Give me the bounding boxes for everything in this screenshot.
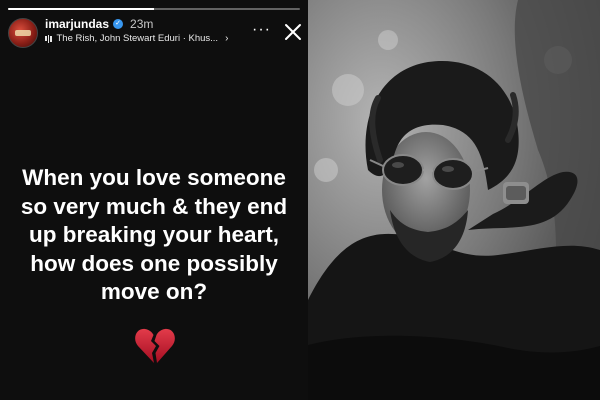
music-attribution[interactable]: The Rish, John Stewart Eduri · Khus... › xyxy=(45,33,228,44)
story-progress-bar xyxy=(8,8,300,10)
portrait-image xyxy=(308,0,600,400)
chevron-right-icon: › xyxy=(225,33,229,44)
story-text: When you love someone so very much & the… xyxy=(20,165,288,304)
close-icon[interactable] xyxy=(284,23,302,41)
broken-heart-icon xyxy=(135,328,175,363)
verified-badge-icon: ✓ xyxy=(113,19,124,29)
music-bars-icon xyxy=(45,34,52,43)
story-time: 23m xyxy=(130,17,154,31)
username[interactable]: imarjundas xyxy=(45,17,109,31)
story-panel: imarjundas ✓ 23m The Rish, John Stewart … xyxy=(0,0,308,400)
more-dots-icon[interactable]: ··· xyxy=(252,22,271,38)
avatar[interactable] xyxy=(8,18,38,48)
music-label: The Rish, John Stewart Eduri · Khus... xyxy=(56,33,219,44)
portrait-photo xyxy=(308,0,600,400)
story-header: imarjundas ✓ 23m xyxy=(45,17,153,31)
story-progress-fill xyxy=(8,8,154,10)
